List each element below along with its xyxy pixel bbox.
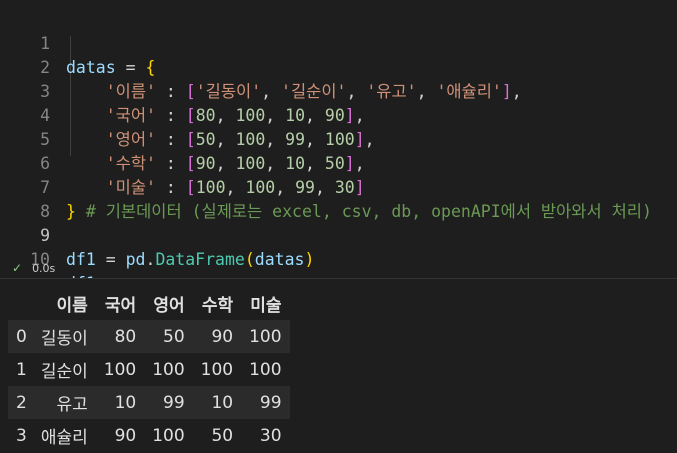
table-cell: 99 (259, 392, 282, 413)
table-cell: 100 (249, 326, 282, 347)
table-cell: 100 (152, 359, 185, 380)
row-index: 2 (16, 392, 27, 413)
code-line-4[interactable]: 4 '영어' : [50, 100, 99, 100], (0, 80, 677, 149)
table-cell: 80 (114, 326, 137, 347)
row-index: 1 (16, 359, 27, 380)
code-line-2[interactable]: 2 '이름' : ['길동이', '길순이', '유고', '애슐리'], (0, 32, 677, 101)
table-cell: 90 (114, 425, 137, 446)
table-cell: 100 (200, 359, 234, 380)
table-cell: 10 (114, 392, 137, 413)
table-cell: 애슐리 (40, 428, 88, 448)
table-row: 1 길순이 100 100 100 100 (8, 353, 290, 386)
code-line-1[interactable]: 1 datas = { (0, 8, 677, 77)
table-cell: 100 (152, 425, 185, 446)
code-line-3[interactable]: 3 '국어' : [80, 100, 10, 90], (0, 56, 677, 125)
table-row: 2 유고 10 99 10 99 (8, 386, 290, 419)
column-header: 미술 (241, 287, 290, 320)
code-line-7[interactable]: 7 } # 기본데이터 (실제로는 excel, csv, db, openAP… (0, 152, 677, 221)
check-icon: ✓ (12, 261, 23, 275)
row-index: 0 (16, 326, 27, 347)
column-header: 수학 (192, 287, 242, 320)
table-cell: 100 (249, 359, 282, 380)
column-header: 국어 (95, 287, 145, 320)
table-cell: 50 (211, 425, 234, 446)
table-header-row: 이름 국어 영어 수학 미술 (8, 287, 290, 320)
table-cell: 길순이 (40, 362, 88, 382)
table-cell: 90 (211, 326, 234, 347)
row-index: 3 (16, 425, 27, 446)
table-cell: 100 (103, 359, 137, 380)
table-cell: 10 (211, 392, 234, 413)
table-cell: 99 (163, 392, 185, 413)
column-header-index (8, 287, 33, 320)
table-row: 3 애슐리 90 100 50 30 (8, 419, 290, 452)
table-cell: 50 (163, 326, 185, 347)
dataframe-table: 이름 국어 영어 수학 미술 0 길동이 80 50 90 100 1 길순이 … (8, 287, 290, 452)
code-editor[interactable]: 1 datas = { 2 '이름' : ['길동이', '길순이', '유고'… (0, 0, 677, 293)
execution-status: ✓ 0.0s (12, 260, 55, 276)
code-line-10[interactable]: 10 df1 (0, 224, 677, 293)
code-line-5[interactable]: 5 '수학' : [90, 100, 10, 50], (0, 104, 677, 173)
code-line-6[interactable]: 6 '미술' : [100, 100, 99, 30] (0, 128, 677, 197)
code-line-8[interactable]: 8 (0, 176, 677, 221)
column-header: 이름 (32, 287, 96, 320)
cell-output: 이름 국어 영어 수학 미술 0 길동이 80 50 90 100 1 길순이 … (0, 278, 677, 453)
table-cell: 유고 (56, 395, 88, 415)
column-header: 영어 (144, 287, 193, 320)
execution-time: 0.0s (32, 262, 56, 275)
table-cell: 30 (259, 425, 282, 446)
table-row: 0 길동이 80 50 90 100 (8, 320, 290, 353)
table-cell: 길동이 (40, 329, 88, 349)
code-line-9[interactable]: 9 df1 = pd.DataFrame(datas) (0, 200, 677, 269)
